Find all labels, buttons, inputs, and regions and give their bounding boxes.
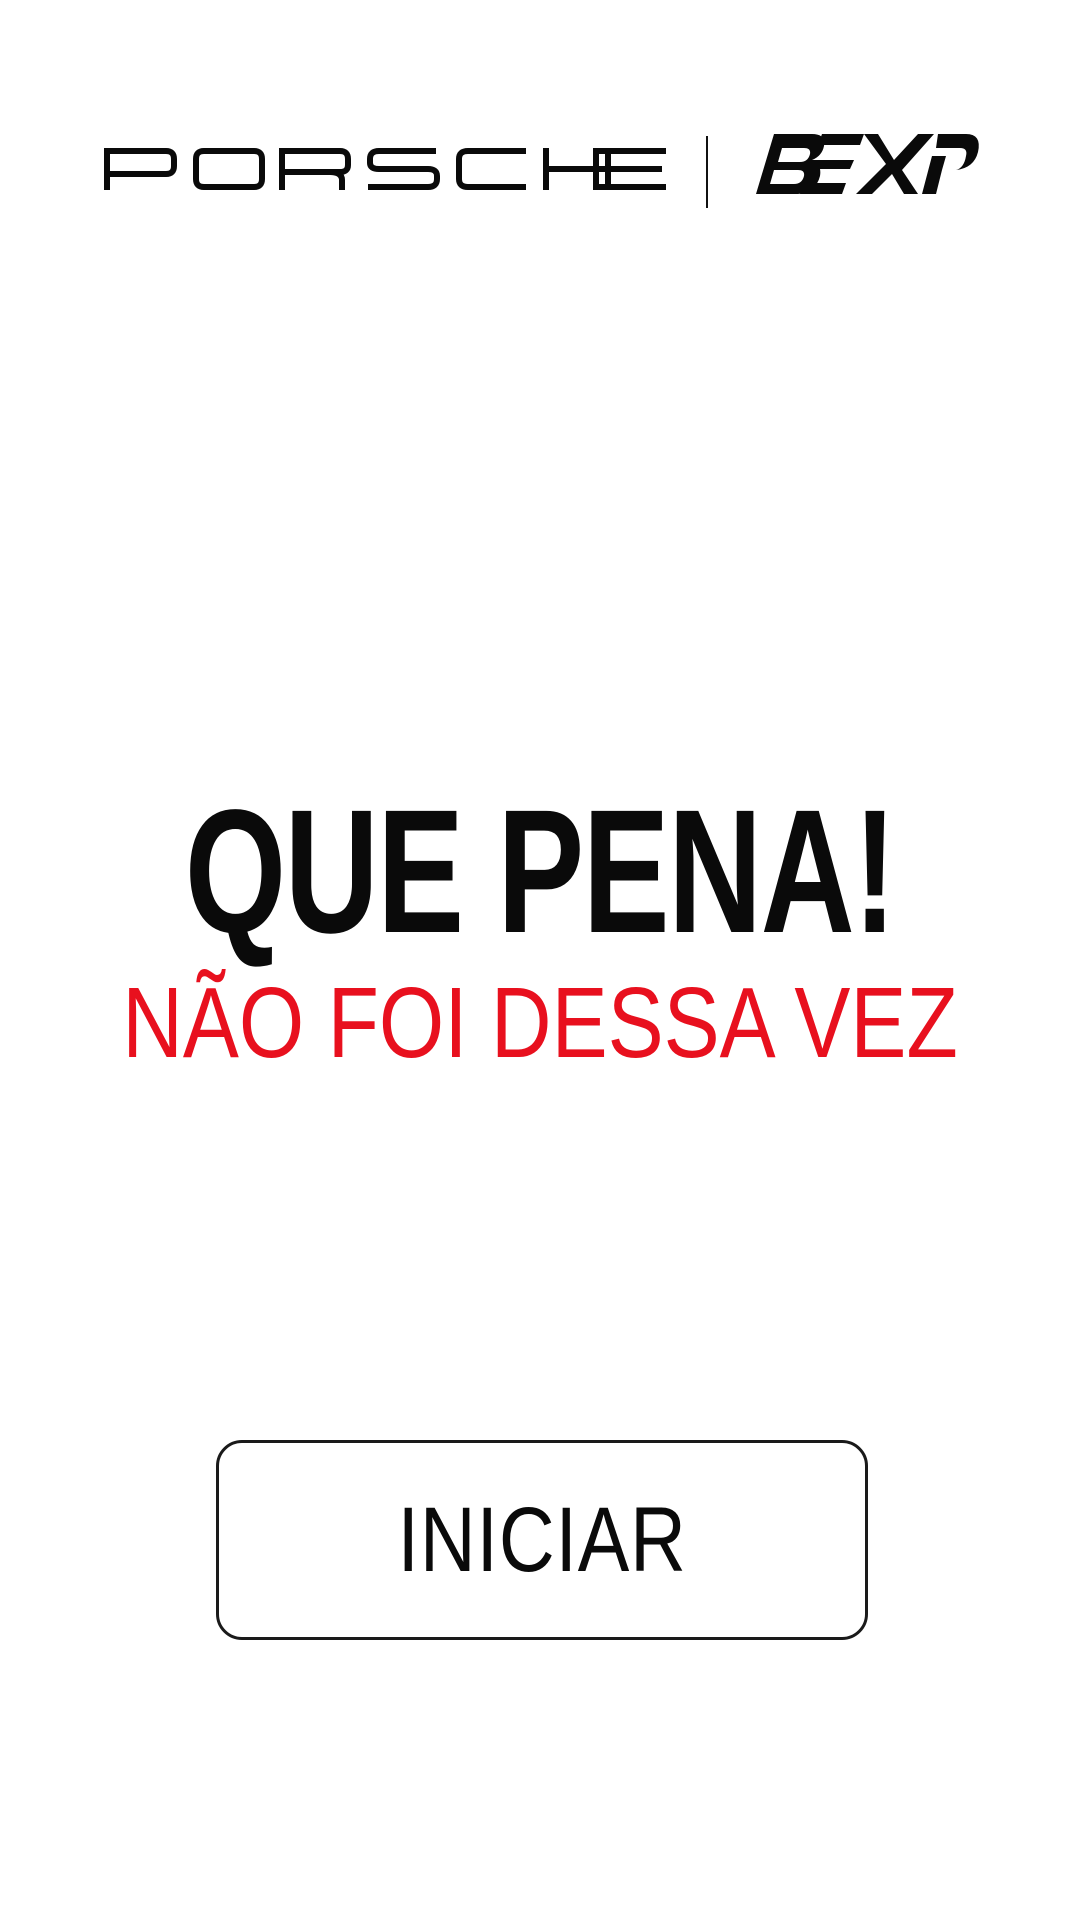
bexp-logo — [756, 134, 979, 194]
result-subheadline: NÃO FOI DESSA VEZ — [122, 967, 958, 1079]
logo-divider — [706, 136, 708, 208]
start-button[interactable]: INICIAR — [216, 1440, 868, 1640]
porsche-logo — [104, 148, 666, 190]
start-button-label: INICIAR — [397, 1488, 687, 1591]
header — [0, 128, 1080, 208]
result-headline: QUE PENA! — [184, 774, 897, 970]
